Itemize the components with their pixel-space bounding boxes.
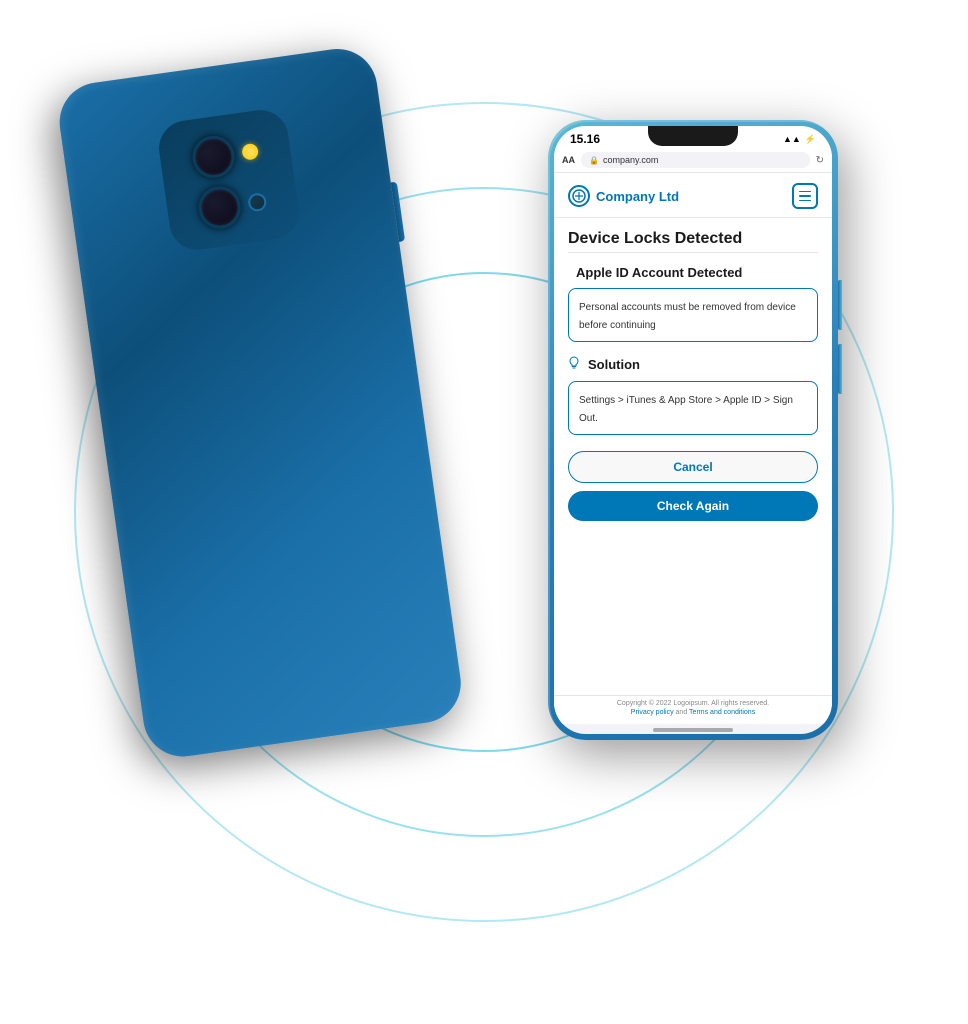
footer-and: and xyxy=(676,709,688,716)
status-time: 15.16 xyxy=(570,132,600,146)
footer-links: Privacy policy and Terms and conditions xyxy=(568,709,818,716)
company-brand: Company Ltd xyxy=(568,185,679,207)
title-divider xyxy=(568,252,818,253)
page-title: Device Locks Detected xyxy=(568,230,818,248)
alert-title: Apple ID Account Detected xyxy=(576,265,742,280)
notch xyxy=(648,126,738,146)
camera-lens-2 xyxy=(196,183,243,230)
alert-text: Personal accounts must be removed from d… xyxy=(579,302,796,331)
bulb-icon xyxy=(568,356,580,373)
reload-icon[interactable]: ↻ xyxy=(816,155,824,166)
camera-lens-1 xyxy=(190,133,237,180)
wifi-icon: ▲▲ xyxy=(783,134,801,144)
alert-box: Personal accounts must be removed from d… xyxy=(568,288,818,342)
phone-front: 15.16 ▲▲ ⚡ AA 🔒 company.com ↻ xyxy=(548,120,838,740)
camera-module xyxy=(155,107,302,254)
web-footer: Copyright © 2022 Logoipsum. All rights r… xyxy=(554,695,832,724)
company-name: Company Ltd xyxy=(596,189,679,204)
battery-icon: ⚡ xyxy=(805,134,816,145)
browser-url: company.com xyxy=(603,155,658,165)
browser-url-bar[interactable]: 🔒 company.com xyxy=(581,152,810,168)
front-side-buttons xyxy=(838,280,842,408)
footer-copyright: Copyright © 2022 Logoipsum. All rights r… xyxy=(568,700,818,707)
home-indicator xyxy=(653,728,733,732)
menu-line-1 xyxy=(799,191,811,193)
menu-icon[interactable] xyxy=(792,183,818,209)
web-content: Company Ltd Device Locks Detected xyxy=(554,173,832,724)
browser-bar: AA 🔒 company.com ↻ xyxy=(554,148,832,173)
solution-box: Settings > iTunes & App Store > Apple ID… xyxy=(568,381,818,435)
lock-icon: 🔒 xyxy=(589,156,599,165)
status-icons: ▲▲ ⚡ xyxy=(783,134,816,145)
cancel-button[interactable]: Cancel xyxy=(568,451,818,483)
check-again-button[interactable]: Check Again xyxy=(568,491,818,521)
scene: 15.16 ▲▲ ⚡ AA 🔒 company.com ↻ xyxy=(0,0,968,1024)
solution-title: Solution xyxy=(588,357,640,372)
solution-text: Settings > iTunes & App Store > Apple ID… xyxy=(579,395,793,424)
terms-link[interactable]: Terms and conditions xyxy=(689,709,755,716)
volume-up-button xyxy=(838,280,842,330)
camera-lidar xyxy=(247,192,267,212)
company-logo xyxy=(568,185,590,207)
alert-section: Apple ID Account Detected xyxy=(568,265,818,280)
menu-line-3 xyxy=(799,200,811,202)
page-content: Device Locks Detected Apple ID Account D… xyxy=(554,218,832,695)
company-header: Company Ltd xyxy=(554,173,832,218)
browser-aa-label[interactable]: AA xyxy=(562,155,575,165)
privacy-policy-link[interactable]: Privacy policy xyxy=(631,709,674,716)
volume-down-button xyxy=(838,344,842,394)
menu-line-2 xyxy=(799,195,811,197)
camera-flash xyxy=(241,142,259,160)
phone-screen: 15.16 ▲▲ ⚡ AA 🔒 company.com ↻ xyxy=(554,126,832,734)
solution-section: Solution xyxy=(568,356,818,373)
